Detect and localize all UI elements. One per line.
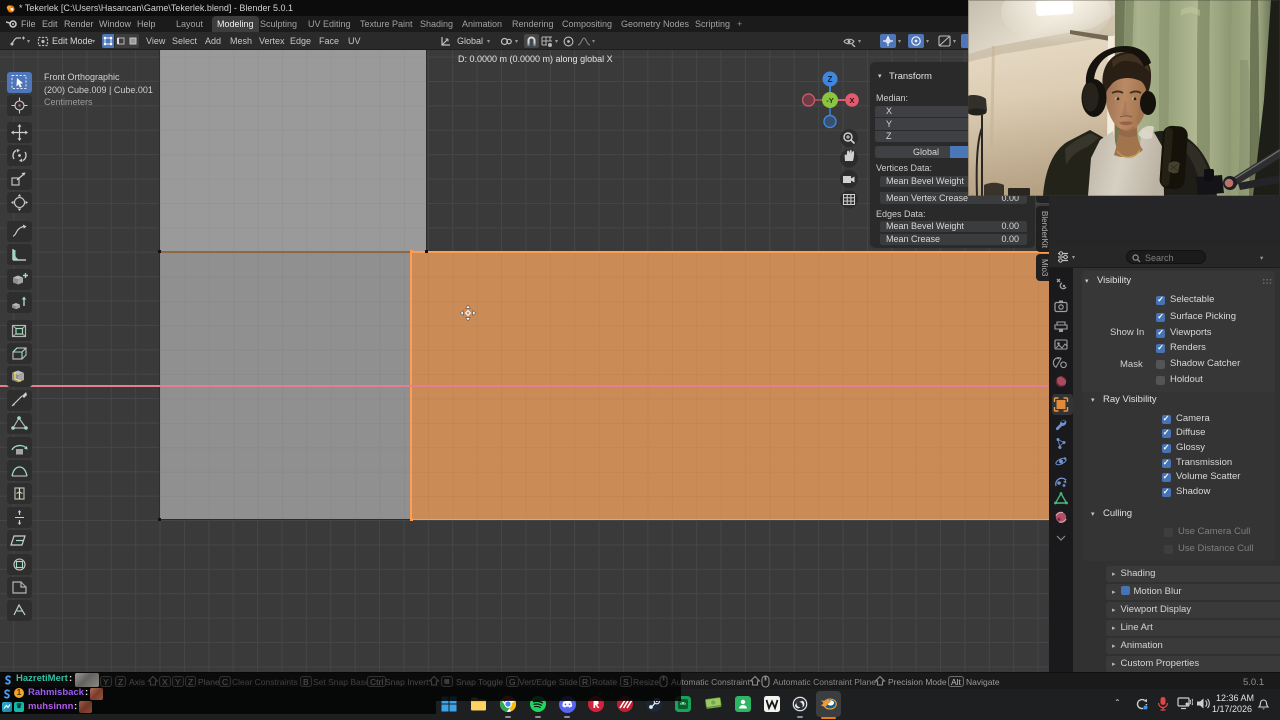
svg-text:X: X	[849, 96, 854, 105]
svg-text:-Y: -Y	[826, 96, 834, 105]
svg-text:Z: Z	[828, 75, 833, 84]
